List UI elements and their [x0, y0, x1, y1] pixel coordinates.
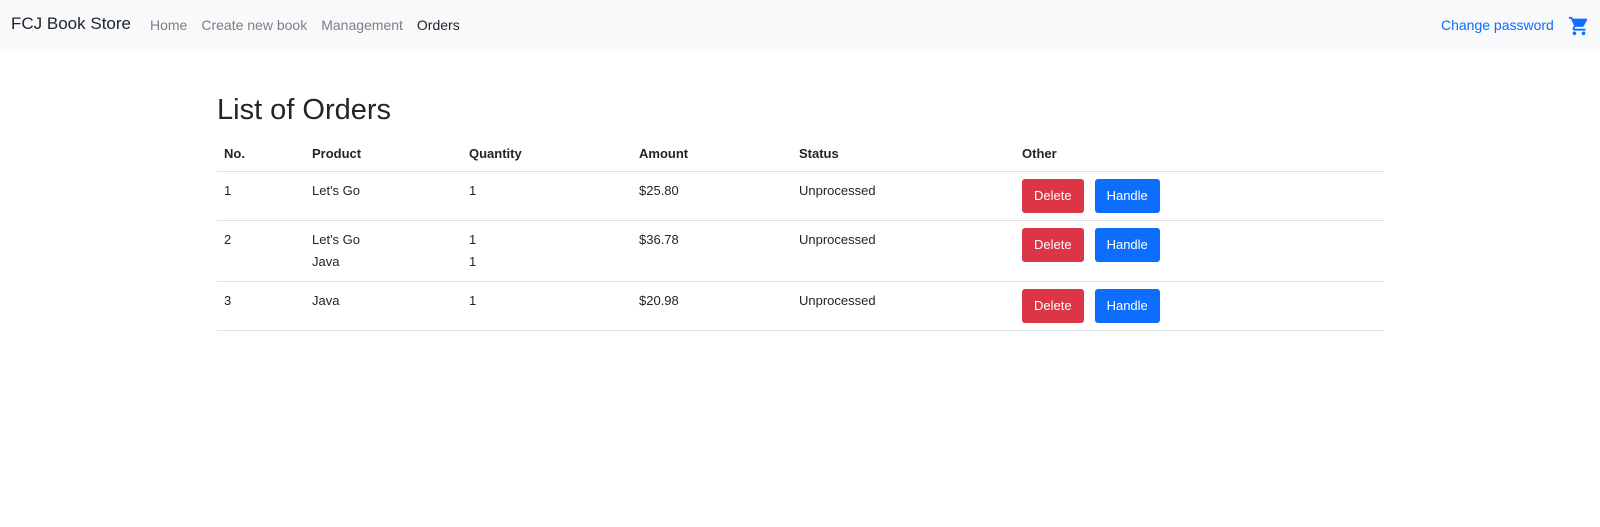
order-products: Java	[305, 281, 462, 331]
order-status: Unprocessed	[792, 281, 1015, 331]
order-no: 1	[217, 171, 305, 221]
order-status: Unprocessed	[792, 171, 1015, 221]
header-no: No.	[217, 137, 305, 172]
nav-link-home[interactable]: Home	[150, 17, 187, 33]
nav-links: Home Create new book Management Orders	[150, 17, 474, 33]
nav-link-management[interactable]: Management	[321, 17, 403, 33]
order-amount: $36.78	[632, 220, 792, 282]
product-name: Java	[312, 292, 340, 308]
product-name: Let's Go	[312, 231, 361, 247]
shopping-cart-icon[interactable]	[1568, 15, 1590, 37]
handle-button[interactable]: Handle	[1094, 178, 1160, 213]
order-quantities: 1 1	[462, 220, 632, 282]
order-actions: Delete Handle	[1015, 281, 1384, 331]
order-amount: $20.98	[632, 281, 792, 331]
handle-button[interactable]: Handle	[1094, 288, 1160, 323]
table-row: 1 Let's Go 1 $25.80 Unprocessed Delete Ha…	[217, 171, 1384, 221]
order-quantities: 1	[462, 171, 632, 221]
product-name: Let's Go	[312, 182, 361, 198]
header-status: Status	[792, 137, 1015, 172]
product-quantity: 1	[469, 182, 477, 198]
navbar: FCJ Book Store Home Create new book Mana…	[0, 0, 1600, 49]
product-quantity: 1	[469, 292, 477, 308]
order-actions: Delete Handle	[1015, 171, 1384, 221]
delete-button[interactable]: Delete	[1022, 178, 1084, 213]
nav-link-create-new-book[interactable]: Create new book	[201, 17, 307, 33]
page-title: List of Orders	[217, 94, 392, 126]
header-quantity: Quantity	[462, 137, 632, 172]
header-other: Other	[1015, 137, 1384, 172]
header-product: Product	[305, 137, 462, 172]
delete-button[interactable]: Delete	[1022, 227, 1084, 262]
order-quantities: 1	[462, 281, 632, 331]
order-actions: Delete Handle	[1015, 220, 1384, 282]
order-no: 3	[217, 281, 305, 331]
table-row: 3 Java 1 $20.98 Unprocessed Delete Handle	[217, 281, 1384, 331]
header-amount: Amount	[632, 137, 792, 172]
order-amount: $25.80	[632, 171, 792, 221]
order-no: 2	[217, 220, 305, 282]
order-products: Let's Go	[305, 171, 462, 221]
table-header-row: No. Product Quantity Amount Status Other	[217, 137, 1384, 172]
order-products: Let's Go Java	[305, 220, 462, 282]
change-password-link[interactable]: Change password	[1441, 17, 1554, 33]
delete-button[interactable]: Delete	[1022, 288, 1084, 323]
brand-link[interactable]: FCJ Book Store	[11, 14, 131, 34]
nav-link-orders[interactable]: Orders	[417, 17, 460, 33]
order-status: Unprocessed	[792, 220, 1015, 282]
handle-button[interactable]: Handle	[1094, 227, 1160, 262]
product-quantity: 1	[469, 253, 477, 269]
orders-table: No. Product Quantity Amount Status Other…	[217, 137, 1384, 331]
product-quantity: 1	[469, 231, 477, 247]
table-row: 2 Let's Go Java 1 1 $36.78 Unprocessed D…	[217, 220, 1384, 282]
product-name: Java	[312, 253, 340, 269]
